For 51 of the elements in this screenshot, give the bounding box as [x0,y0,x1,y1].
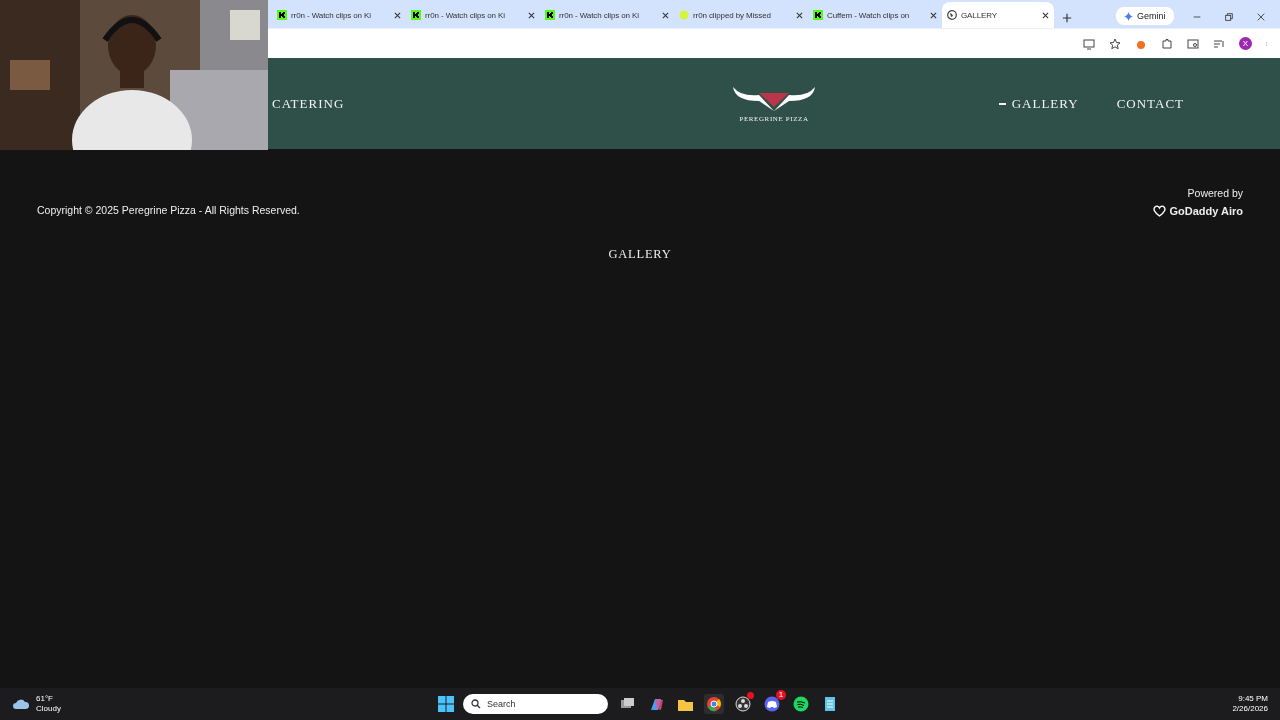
browser-tab[interactable]: Cuffem - Watch clips on [808,2,942,28]
clock-date: 2/26/2026 [1232,704,1268,714]
nav-link[interactable]: GALLERY [998,95,1079,112]
spotify-icon [793,696,809,712]
powered-by-text: Powered by [1187,187,1243,199]
close-icon[interactable] [394,11,401,19]
gallery-heading: GALLERY [607,247,673,262]
brand-link[interactable]: GoDaddy Airo [1153,205,1243,217]
cloud-icon [12,698,30,710]
kick-icon [411,10,421,20]
close-icon[interactable] [930,11,937,19]
close-icon[interactable] [1042,11,1049,19]
obs-icon [735,696,751,712]
close-icon[interactable] [528,11,535,19]
kick-icon [813,10,823,20]
heart-icon [1153,205,1167,217]
discord-icon [764,696,780,712]
media-icon[interactable] [1213,37,1225,50]
weather-text: Cloudy [36,704,61,714]
browser-tab[interactable]: rr0n - Watch clips on Ki [272,2,406,28]
gemini-button[interactable]: Gemini [1116,7,1174,25]
copilot-icon [648,696,664,712]
sparkle-icon [1124,11,1133,21]
globe-icon [947,10,957,20]
start-icon[interactable] [438,696,454,712]
search-icon [471,699,481,709]
kick-icon [277,10,287,20]
kick-icon [545,10,555,20]
profile-avatar[interactable]: X [1239,37,1252,50]
star-icon[interactable] [1109,37,1121,50]
restore-icon[interactable] [1224,12,1234,22]
notification-badge: 1 [776,690,786,700]
browser-tab[interactable]: rr0n - Watch clips on Ki [406,2,540,28]
new-tab-icon[interactable] [1062,13,1072,23]
close-icon[interactable] [796,11,803,19]
clock-time: 9:45 PM [1237,694,1268,704]
search-tab-icon[interactable] [1187,37,1199,50]
browser-tab[interactable]: GALLERY [942,2,1054,28]
copyright-text: Copyright © 2025 Peregrine Pizza - All Rights Reserved. [37,204,300,217]
search-field[interactable]: Search [463,694,608,714]
dot-icon [679,10,689,20]
browser-tab[interactable]: rr0n clipped by Missed [674,2,808,28]
temperature-text: 61°F [36,694,54,704]
pizza-wings-icon [731,84,817,114]
notepad-icon [822,696,838,712]
browser-tab[interactable]: rr0n - Watch clips on Ki [540,2,674,28]
close-icon[interactable] [1256,12,1266,22]
nav-link[interactable]: CONTACT [1116,95,1184,112]
close-icon[interactable] [662,11,669,19]
nav-link[interactable]: CATERING [272,95,345,112]
chrome-icon [706,696,722,712]
